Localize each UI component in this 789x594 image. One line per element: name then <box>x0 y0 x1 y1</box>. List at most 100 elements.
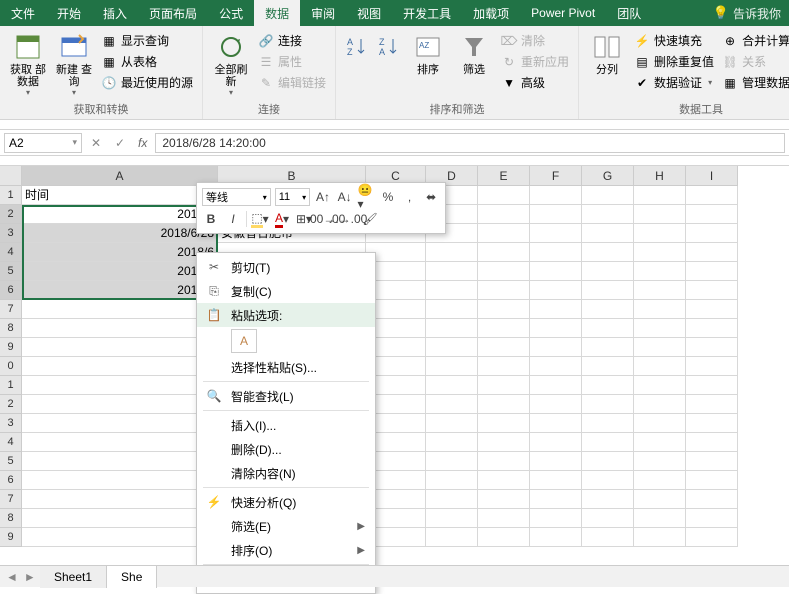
flash-fill-button[interactable]: ⚡快速填充 <box>631 31 717 50</box>
cell[interactable] <box>634 319 686 338</box>
cell[interactable] <box>426 243 478 262</box>
cell[interactable] <box>582 186 634 205</box>
cell[interactable]: 时间 <box>22 186 218 205</box>
cell[interactable] <box>634 433 686 452</box>
context-quick-analysis[interactable]: ⚡快速分析(Q) <box>197 490 375 514</box>
tab-file[interactable]: 文件 <box>0 0 46 26</box>
cell[interactable] <box>426 319 478 338</box>
cell[interactable] <box>530 319 582 338</box>
row-header[interactable]: 8 <box>0 319 22 338</box>
tab-data[interactable]: 数据 <box>254 0 300 26</box>
cell[interactable] <box>686 319 738 338</box>
cell[interactable] <box>686 376 738 395</box>
cell[interactable] <box>530 262 582 281</box>
tab-home[interactable]: 开始 <box>46 0 92 26</box>
filter-button[interactable]: 筛选 <box>452 29 496 78</box>
context-copy[interactable]: ⎘复制(C) <box>197 279 375 303</box>
cell[interactable] <box>426 300 478 319</box>
context-smart-lookup[interactable]: 🔍智能查找(L) <box>197 384 375 408</box>
cell[interactable]: 2018/6/28 <box>22 224 218 243</box>
cell[interactable] <box>478 262 530 281</box>
row-header[interactable]: 1 <box>0 376 22 395</box>
cell[interactable] <box>686 243 738 262</box>
cell[interactable] <box>634 281 686 300</box>
cell[interactable] <box>478 243 530 262</box>
cell[interactable] <box>634 528 686 547</box>
cell[interactable]: 2018/6 <box>22 243 218 262</box>
row-header[interactable]: 3 <box>0 224 22 243</box>
tab-power-pivot[interactable]: Power Pivot <box>520 0 606 26</box>
context-paste-special[interactable]: 选择性粘贴(S)... <box>197 355 375 379</box>
cell[interactable] <box>686 490 738 509</box>
cell[interactable] <box>478 205 530 224</box>
row-header[interactable]: 5 <box>0 452 22 471</box>
sort-asc-button[interactable]: AZ <box>342 29 372 65</box>
cell[interactable] <box>426 338 478 357</box>
cell[interactable] <box>582 243 634 262</box>
formula-input[interactable]: 2018/6/28 14:20:00 <box>155 133 785 153</box>
cell[interactable] <box>478 281 530 300</box>
cell[interactable] <box>582 471 634 490</box>
percent-button[interactable]: % <box>379 188 397 206</box>
cell[interactable] <box>686 471 738 490</box>
cell[interactable] <box>22 376 218 395</box>
cell[interactable] <box>686 205 738 224</box>
context-paste-options[interactable]: 📋粘贴选项: <box>197 303 375 327</box>
tab-formulas[interactable]: 公式 <box>208 0 254 26</box>
cell[interactable] <box>426 471 478 490</box>
cell[interactable] <box>634 357 686 376</box>
sheet-tab[interactable]: She <box>107 566 157 588</box>
refresh-all-button[interactable]: 全部刷新 ▾ <box>209 29 253 99</box>
cell[interactable] <box>634 414 686 433</box>
cell[interactable] <box>22 319 218 338</box>
increase-font-button[interactable]: A↑ <box>314 188 332 206</box>
cell[interactable] <box>634 471 686 490</box>
cell[interactable] <box>634 262 686 281</box>
cell[interactable] <box>530 471 582 490</box>
cell[interactable] <box>530 338 582 357</box>
new-query-button[interactable]: 新建 查询 ▾ <box>52 29 96 99</box>
row-header[interactable]: 3 <box>0 414 22 433</box>
row-header[interactable]: 7 <box>0 300 22 319</box>
cell[interactable] <box>686 186 738 205</box>
paste-keep-text-button[interactable]: A <box>231 329 257 353</box>
cell[interactable] <box>582 281 634 300</box>
row-header[interactable]: 1 <box>0 186 22 205</box>
cell[interactable] <box>582 357 634 376</box>
row-header[interactable]: 7 <box>0 490 22 509</box>
row-header[interactable]: 2 <box>0 395 22 414</box>
row-header[interactable]: 5 <box>0 262 22 281</box>
row-header[interactable]: 6 <box>0 281 22 300</box>
cell[interactable] <box>634 243 686 262</box>
cell[interactable] <box>530 243 582 262</box>
manage-data-model-button[interactable]: ▦管理数据模型 <box>719 73 789 92</box>
cell[interactable] <box>530 528 582 547</box>
cell[interactable] <box>530 281 582 300</box>
font-color-button[interactable]: A▾ <box>273 210 291 228</box>
row-header[interactable]: 9 <box>0 338 22 357</box>
cell[interactable] <box>530 433 582 452</box>
advanced-filter-button[interactable]: ▼高级 <box>498 73 572 92</box>
row-header[interactable]: 9 <box>0 528 22 547</box>
cell[interactable] <box>22 452 218 471</box>
bold-button[interactable]: B <box>202 210 220 228</box>
cell[interactable] <box>530 205 582 224</box>
cell[interactable] <box>634 186 686 205</box>
context-sort[interactable]: 排序(O)▶ <box>197 538 375 562</box>
get-external-data-button[interactable]: 获取 部数据 ▾ <box>6 29 50 99</box>
cell[interactable] <box>530 395 582 414</box>
context-delete[interactable]: 删除(D)... <box>197 437 375 461</box>
consolidate-button[interactable]: ⊕合并计算 <box>719 31 789 50</box>
cell[interactable]: 2018/6 <box>22 262 218 281</box>
cell[interactable] <box>478 528 530 547</box>
tab-view[interactable]: 视图 <box>346 0 392 26</box>
cell[interactable] <box>530 357 582 376</box>
format-painter-button[interactable]: 🖌 <box>361 210 379 228</box>
cell[interactable] <box>22 471 218 490</box>
cell[interactable] <box>426 433 478 452</box>
cell[interactable] <box>478 452 530 471</box>
cell[interactable] <box>426 528 478 547</box>
cell[interactable] <box>22 357 218 376</box>
cell[interactable] <box>478 509 530 528</box>
cell[interactable] <box>634 300 686 319</box>
